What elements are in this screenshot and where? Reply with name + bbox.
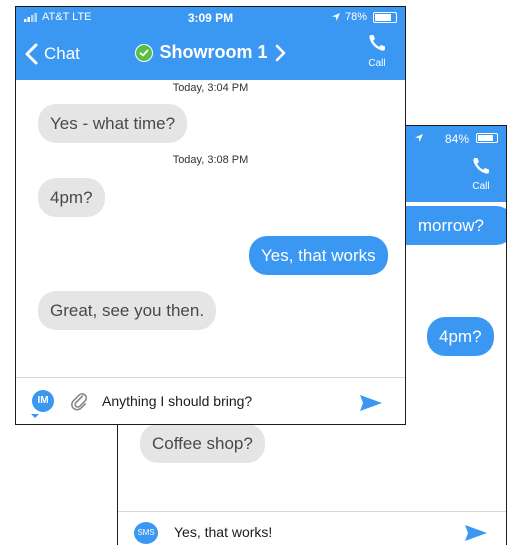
- back-call-label: Call: [472, 181, 490, 192]
- chevron-right-icon: [275, 44, 285, 61]
- im-channel-badge[interactable]: IM: [32, 390, 54, 412]
- channel-badge-label: IM: [37, 395, 49, 406]
- send-icon[interactable]: [464, 524, 488, 545]
- message-text: Yes - what time?: [50, 114, 176, 133]
- paperclip-icon[interactable]: [70, 391, 88, 416]
- front-phone-screen: AT&T LTE 3:09 PM 78% Chat Showroom 1 Cal…: [15, 6, 406, 425]
- conversation-title-text: Showroom 1: [159, 42, 268, 62]
- channel-badge-label: SMS: [137, 528, 155, 537]
- message-text: Coffee shop?: [152, 434, 253, 453]
- phone-icon: [369, 35, 385, 51]
- message-text: morrow?: [417, 216, 484, 235]
- back-message-input[interactable]: Yes, that works!: [174, 524, 272, 540]
- back-battery-percent: 84%: [444, 132, 469, 146]
- message-bubble: Yes, that works: [249, 236, 388, 275]
- sms-channel-badge[interactable]: SMS: [134, 522, 158, 544]
- timestamp: Today, 3:08 PM: [172, 154, 249, 166]
- screenshot-stage: 84% Call morrow? 4pm? Coffee shop? SMS Y…: [0, 0, 516, 545]
- battery-percent: 78%: [344, 11, 367, 23]
- check-circle-icon: [135, 43, 154, 62]
- compose-bar: IM Anything I should bring?: [16, 377, 405, 424]
- message-bubble: Great, see you then.: [38, 291, 217, 330]
- phone-icon: [473, 158, 489, 174]
- call-label: Call: [368, 58, 386, 69]
- message-text: Yes, that works: [261, 246, 376, 265]
- message-bubble: 4pm?: [427, 317, 494, 356]
- message-text: Great, see you then.: [50, 301, 205, 320]
- battery-icon: [373, 12, 397, 23]
- conversation-title[interactable]: Showroom 1: [16, 42, 405, 63]
- front-header-bar: AT&T LTE 3:09 PM 78% Chat Showroom 1 Cal…: [16, 7, 405, 80]
- status-right: 78%: [331, 11, 367, 23]
- back-compose-bar: SMS Yes, that works!: [118, 511, 506, 545]
- message-bubble: Yes - what time?: [38, 104, 188, 143]
- caret-down-icon[interactable]: [31, 414, 39, 418]
- location-arrow-icon: [331, 13, 340, 22]
- message-bubble: Coffee shop?: [140, 424, 265, 463]
- back-call-button[interactable]: Call: [468, 156, 494, 192]
- location-arrow-icon: [414, 132, 424, 146]
- battery-icon: [476, 133, 498, 143]
- message-text: 4pm?: [439, 327, 482, 346]
- message-input[interactable]: Anything I should bring?: [102, 393, 252, 409]
- message-text: 4pm?: [50, 188, 93, 207]
- send-icon[interactable]: [359, 394, 383, 417]
- timestamp: Today, 3:04 PM: [172, 82, 249, 94]
- message-bubble: 4pm?: [38, 178, 105, 217]
- call-button[interactable]: Call: [363, 33, 391, 69]
